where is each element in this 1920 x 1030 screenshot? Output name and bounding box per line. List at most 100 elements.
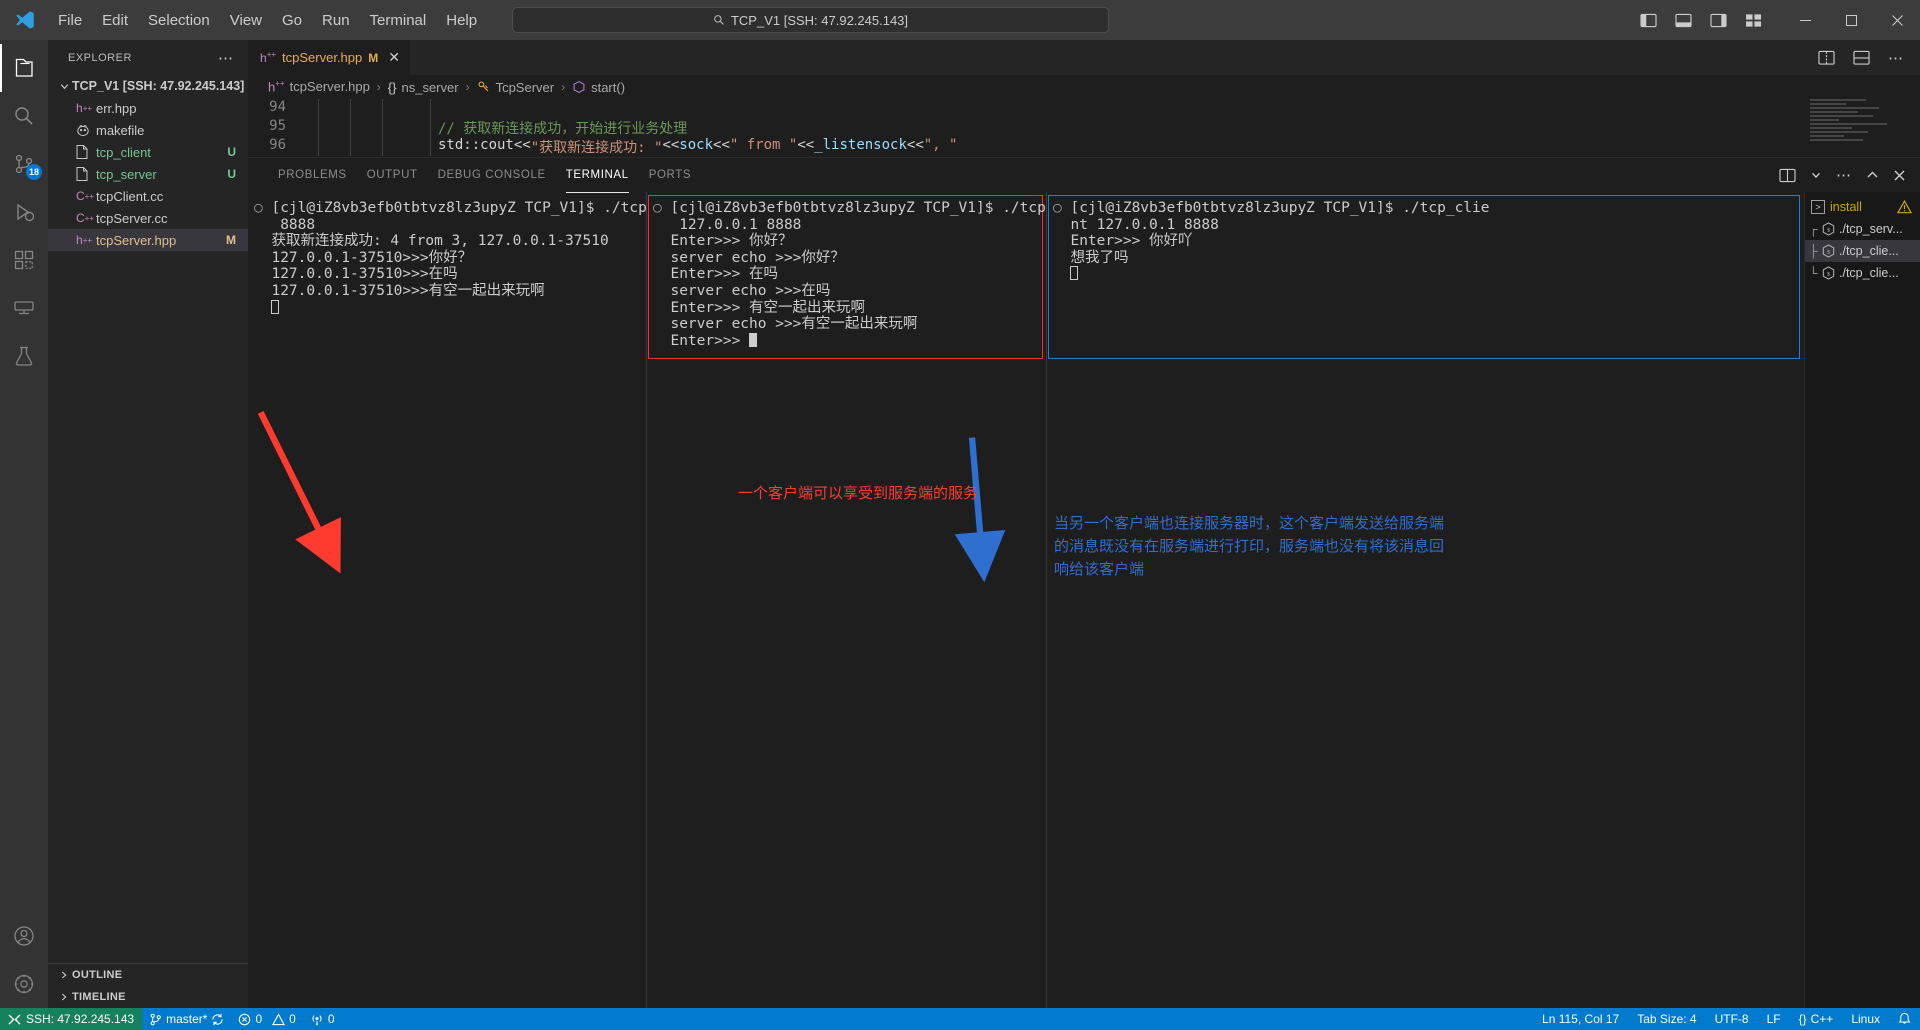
tab-debug-console[interactable]: DEBUG CONSOLE — [428, 158, 556, 193]
menu-selection[interactable]: Selection — [138, 8, 220, 33]
tree-root-folder[interactable]: TCP_V1 [SSH: 47.92.245.143] — [48, 75, 248, 97]
menu-help[interactable]: Help — [436, 8, 487, 33]
status-remote-host[interactable]: SSH: 47.92.245.143 — [0, 1008, 143, 1030]
search-icon — [15, 107, 33, 125]
activity-source-control[interactable]: 18 — [0, 140, 48, 188]
menu-go[interactable]: Go — [272, 8, 312, 33]
vscode-window: File Edit Selection View Go Run Terminal… — [0, 0, 1920, 1030]
close-button[interactable] — [1874, 0, 1920, 40]
menu-file[interactable]: File — [48, 8, 92, 33]
terminal-list-item-server[interactable]: ┌ $ ./tcp_serv... — [1805, 218, 1920, 240]
warning-count: 0 — [289, 1012, 296, 1026]
braces-icon: {} — [1798, 1012, 1807, 1026]
terminal-area: ○ [cjl@iZ8vb3efb0tbtvz8lz3upyZ TCP_V1]$ … — [248, 192, 1804, 1008]
terminal-client-1[interactable]: ○ [cjl@iZ8vb3efb0tbtvz8lz3upyZ TCP_V1]$ … — [646, 192, 1046, 1008]
status-notifications[interactable] — [1889, 1008, 1920, 1030]
menu-view[interactable]: View — [220, 8, 272, 33]
tree-item-tcpserver-cc[interactable]: C ++ tcpServer.cc — [48, 207, 248, 229]
tree-item-err-hpp[interactable]: h ++ err.hpp — [48, 97, 248, 119]
layout-controls — [1640, 13, 1762, 28]
close-panel-icon[interactable] — [1893, 169, 1906, 182]
activity-remote-explorer[interactable] — [0, 284, 48, 332]
menu-terminal[interactable]: Terminal — [360, 8, 437, 33]
status-encoding[interactable]: UTF-8 — [1706, 1008, 1758, 1030]
tree-item-makefile[interactable]: makefile — [48, 119, 248, 141]
activity-extensions[interactable] — [0, 236, 48, 284]
terminal-line: server echo >>>有空一起出来玩啊 — [653, 316, 1040, 333]
branch-icon — [149, 1013, 162, 1026]
code-editor[interactable]: 94 95 // 获取新连接成功，开始进行业务处理 96 std::cout <… — [248, 99, 1920, 157]
sync-icon[interactable] — [211, 1013, 224, 1026]
breadcrumb-method[interactable]: start() — [572, 80, 625, 95]
panel-tab-bar: PROBLEMS OUTPUT DEBUG CONSOLE TERMINAL P… — [248, 157, 1920, 193]
minimap[interactable] — [1810, 99, 1906, 157]
tab-tcpserver-hpp[interactable]: h++ tcpServer.hpp M ✕ — [248, 40, 411, 75]
tree-item-tcpclient-cc[interactable]: C ++ tcpClient.cc — [48, 185, 248, 207]
maximize-panel-icon[interactable] — [1866, 169, 1879, 182]
more-actions-icon[interactable]: ⋯ — [1836, 166, 1852, 184]
breadcrumb-class[interactable]: TcpServer — [477, 80, 554, 95]
h-plus-plus-icon: h++ — [76, 233, 93, 247]
tree-item-tcp-server[interactable]: tcp_server U — [48, 163, 248, 185]
bell-icon — [1898, 1012, 1911, 1026]
customize-layout-icon[interactable] — [1745, 13, 1762, 28]
terminal-text: 127.0.0.1-37510>>>在吗 — [271, 266, 458, 283]
toggle-primary-sidebar-icon[interactable] — [1640, 13, 1657, 28]
activity-accounts[interactable] — [0, 912, 48, 960]
terminal-cursor — [271, 299, 280, 314]
toggle-panel-icon[interactable] — [1675, 13, 1692, 28]
layout-icon[interactable] — [1853, 50, 1870, 66]
command-decoration-icon: ○ — [1053, 200, 1062, 216]
code-token-cout: std::cout — [438, 137, 514, 153]
terminal-list-label: ./tcp_serv... — [1839, 222, 1903, 236]
tree-item-tcpserver-hpp[interactable]: h ++ tcpServer.hpp M — [48, 229, 248, 251]
status-language-mode[interactable]: {} C++ — [1790, 1008, 1843, 1030]
activity-run-debug[interactable] — [0, 188, 48, 236]
terminal-group-install[interactable]: > install — [1805, 196, 1920, 218]
status-platform[interactable]: Linux — [1842, 1008, 1889, 1030]
chevron-down-icon[interactable] — [1810, 169, 1822, 181]
activity-search[interactable] — [0, 92, 48, 140]
toggle-secondary-sidebar-icon[interactable] — [1710, 13, 1727, 28]
terminal-client-2[interactable]: ○ [cjl@iZ8vb3efb0tbtvz8lz3upyZ TCP_V1]$ … — [1046, 192, 1804, 1008]
split-editor-icon[interactable] — [1818, 50, 1835, 66]
activity-settings[interactable] — [0, 960, 48, 1008]
minimize-button[interactable] — [1782, 0, 1828, 40]
activity-explorer[interactable] — [0, 44, 48, 92]
tree-item-tcp-client[interactable]: tcp_client U — [48, 141, 248, 163]
status-cursor-position[interactable]: Ln 115, Col 17 — [1533, 1008, 1628, 1030]
code-line: 96 std::cout << "获取新连接成功: " << sock << "… — [248, 137, 1920, 156]
tab-terminal[interactable]: TERMINAL — [556, 158, 639, 193]
menu-edit[interactable]: Edit — [92, 8, 138, 33]
status-eol[interactable]: LF — [1758, 1008, 1790, 1030]
activity-testing[interactable] — [0, 332, 48, 380]
editor-actions: ⋯ — [1818, 40, 1920, 75]
tab-problems[interactable]: PROBLEMS — [268, 158, 357, 193]
tab-ports[interactable]: PORTS — [639, 158, 701, 193]
status-ports[interactable]: 0 — [303, 1008, 342, 1030]
section-timeline[interactable]: TIMELINE — [48, 986, 248, 1008]
tree-branch-icon: └ — [1809, 266, 1818, 280]
terminal-server[interactable]: ○ [cjl@iZ8vb3efb0tbtvz8lz3upyZ TCP_V1]$ … — [248, 192, 646, 1008]
breadcrumb-namespace[interactable]: {} ns_server — [388, 80, 459, 95]
gnu-icon — [76, 124, 96, 137]
terminal-list-item-client-1[interactable]: ├ $ ./tcp_clie... — [1805, 240, 1920, 262]
explorer-more-icon[interactable]: ⋯ — [218, 49, 234, 67]
maximize-button[interactable] — [1828, 0, 1874, 40]
terminal-text: Enter>>> 你好？ — [670, 233, 793, 250]
terminal-list-item-client-2[interactable]: └ $ ./tcp_clie... — [1805, 262, 1920, 284]
breadcrumb-file[interactable]: h++ tcpServer.hpp — [268, 79, 370, 94]
vscode-logo-icon — [6, 9, 44, 31]
status-tab-size[interactable]: Tab Size: 4 — [1628, 1008, 1705, 1030]
more-actions-icon[interactable]: ⋯ — [1888, 49, 1904, 67]
status-git-branch[interactable]: master* — [142, 1008, 231, 1030]
status-problems[interactable]: 0 0 — [231, 1008, 302, 1030]
close-icon[interactable]: ✕ — [388, 49, 400, 66]
terminal-cursor-line — [1053, 266, 1798, 283]
section-outline[interactable]: OUTLINE — [48, 964, 248, 986]
tab-output[interactable]: OUTPUT — [357, 158, 428, 193]
command-search-bar[interactable]: TCP_V1 [SSH: 47.92.245.143] — [512, 7, 1109, 33]
terminal-group-label: install — [1830, 200, 1862, 214]
split-terminal-icon[interactable] — [1779, 168, 1796, 183]
menu-run[interactable]: Run — [312, 8, 360, 33]
